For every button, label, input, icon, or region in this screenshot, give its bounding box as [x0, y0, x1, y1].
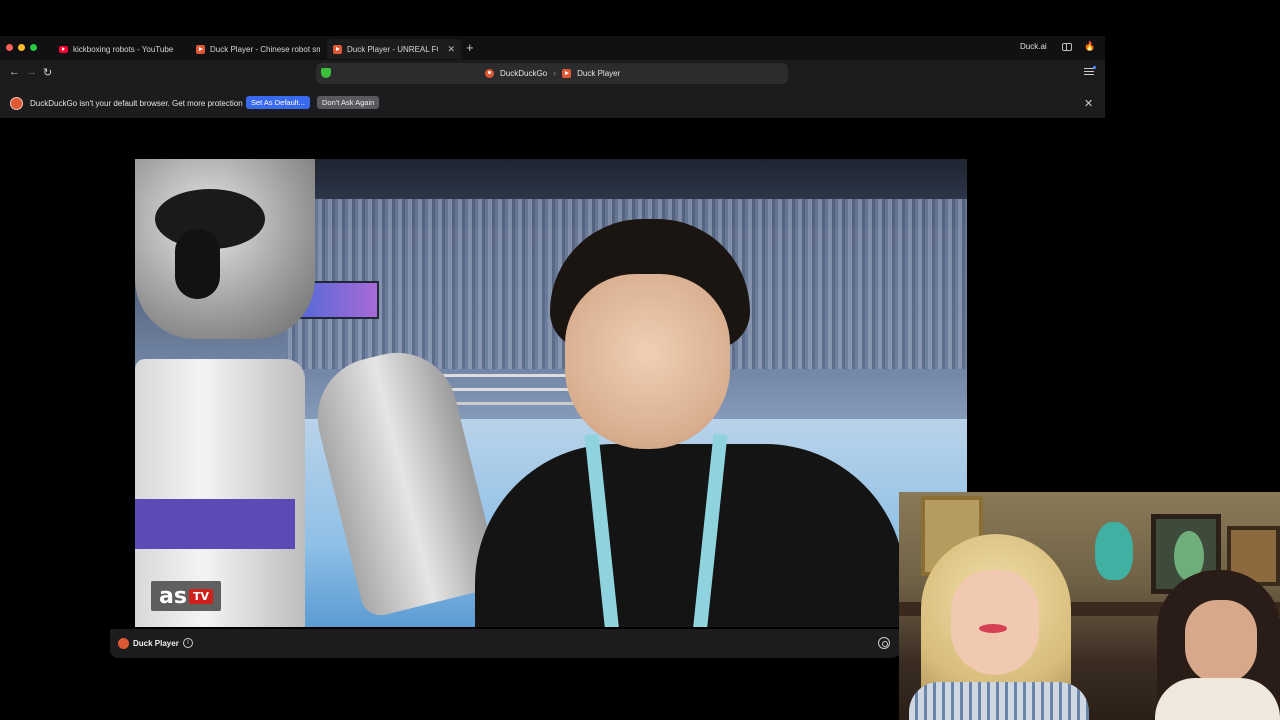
zoom-window-button[interactable]: [30, 44, 37, 51]
tab-label: kickboxing robots - YouTube: [73, 44, 174, 54]
logo-text: as: [159, 583, 187, 609]
nav-bar: ← → ↻ DuckDuckGo › Duck Player: [0, 60, 1105, 87]
as-tv-logo: as TV: [151, 581, 221, 611]
infobar-message: DuckDuckGo isn't your default browser. G…: [30, 99, 243, 108]
breadcrumb-separator: ›: [553, 68, 557, 78]
co-presenter-shirt: [1155, 678, 1280, 720]
settings-icon[interactable]: [878, 637, 890, 649]
reload-button[interactable]: ↻: [43, 66, 52, 79]
duck-player-logo-icon: [118, 638, 129, 649]
presenter-shirt: [909, 682, 1089, 720]
menu-icon[interactable]: [1084, 66, 1096, 76]
humanoid-robot: [135, 159, 503, 627]
robot-arm: [305, 340, 503, 620]
webcam-overlay: [899, 492, 1280, 720]
tab-bar: kickboxing robots - YouTube Duck Player …: [0, 36, 1105, 60]
close-window-button[interactable]: [6, 44, 13, 51]
set-as-default-button[interactable]: Set As Default...: [246, 96, 310, 109]
robot-number-band: [135, 499, 295, 549]
robot-head: [135, 159, 315, 339]
breadcrumb-page: Duck Player: [577, 68, 621, 78]
forward-button[interactable]: →: [26, 66, 37, 78]
presenter-face: [951, 570, 1039, 675]
new-tab-button[interactable]: +: [466, 40, 474, 55]
duckduckgo-icon: [485, 68, 494, 78]
tab-unreal[interactable]: Duck Player - UNREAL FO ✕: [327, 39, 461, 59]
duck-ai-button[interactable]: Duck.ai: [1020, 42, 1047, 51]
player-label: Duck Player: [133, 639, 179, 648]
screen: kickboxing robots - YouTube Duck Player …: [0, 0, 1280, 720]
sidebar-icon[interactable]: [1062, 43, 1072, 51]
interviewee: [475, 219, 905, 627]
shield-icon[interactable]: [321, 68, 331, 78]
info-icon[interactable]: i: [183, 638, 193, 648]
youtube-icon: [59, 45, 68, 53]
tab-label: Duck Player - UNREAL FO: [347, 44, 439, 54]
presenter-lips: [979, 624, 1007, 633]
breadcrumb-site: DuckDuckGo: [500, 68, 548, 78]
tab-kickboxing-robots[interactable]: kickboxing robots - YouTube: [53, 39, 185, 59]
breadcrumb: DuckDuckGo › Duck Player: [485, 68, 620, 78]
duckduckgo-icon: [10, 97, 23, 110]
duck-player-icon: [333, 44, 342, 54]
interviewee-face: [565, 274, 730, 449]
tab-label: Duck Player - Chinese robot sm: [210, 44, 320, 54]
notification-dot: [1093, 66, 1096, 69]
fire-icon[interactable]: 🔥: [1084, 41, 1095, 52]
decorative-mask: [1095, 522, 1133, 580]
back-button[interactable]: ←: [9, 66, 20, 78]
close-icon[interactable]: ✕: [1084, 97, 1093, 110]
duck-player-bar: Duck Player i: [110, 629, 900, 658]
dont-ask-again-button[interactable]: Don't Ask Again: [317, 96, 380, 109]
duck-player-icon: [562, 68, 572, 78]
default-browser-infobar: DuckDuckGo isn't your default browser. G…: [0, 91, 1105, 118]
interviewee-shirt: [475, 444, 905, 627]
tab-chinese-robot[interactable]: Duck Player - Chinese robot sm: [190, 39, 320, 59]
logo-badge: TV: [188, 588, 213, 604]
duck-player-icon: [196, 44, 205, 54]
robot-sensor: [175, 229, 220, 299]
address-bar[interactable]: DuckDuckGo › Duck Player: [316, 63, 788, 84]
minimize-window-button[interactable]: [18, 44, 25, 51]
co-presenter-face: [1185, 600, 1257, 684]
video-frame[interactable]: as TV: [135, 159, 967, 627]
browser-window: kickboxing robots - YouTube Duck Player …: [0, 36, 1105, 118]
close-icon[interactable]: ✕: [447, 44, 455, 55]
